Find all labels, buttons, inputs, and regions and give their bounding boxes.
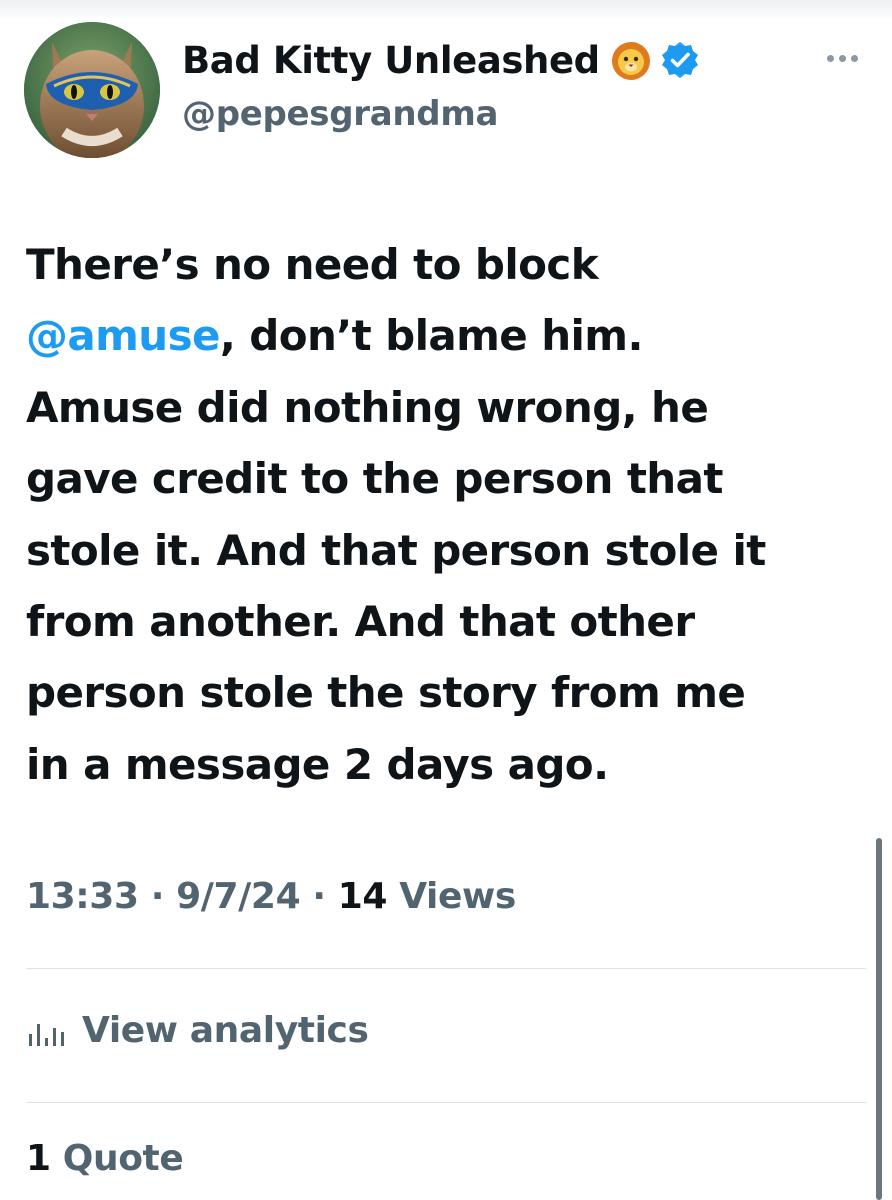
author-handle[interactable]: @pepesgrandma [182, 94, 498, 134]
cat-avatar-icon [24, 22, 160, 158]
mention-link[interactable]: @amuse [26, 311, 220, 360]
avatar[interactable] [24, 22, 160, 158]
dot-icon [850, 54, 858, 62]
quotes-label: Quote [50, 1138, 184, 1179]
display-name[interactable]: Bad Kitty Unleashed [182, 39, 600, 82]
tweet-time[interactable]: 13:33 [26, 876, 139, 917]
view-analytics-button[interactable]: View analytics [26, 1004, 369, 1056]
tweet-line: person stole the story from me [26, 668, 746, 718]
tweet-text: There’s no need to block @amuse, don’t b… [26, 229, 866, 800]
tweet-line: gave credit to the person that [26, 454, 723, 504]
bar-chart-icon [26, 1010, 66, 1050]
tweet-line: in a message 2 days ago. [26, 739, 609, 789]
tweet-line: , don’t blame him. [219, 311, 644, 361]
tweet-line: stole it. And that person stole it [26, 525, 766, 575]
top-status-strip [0, 0, 892, 20]
divider [26, 968, 866, 969]
tweet-meta: 13:33 · 9/7/24 · 14 Views [26, 876, 516, 917]
views-label: Views [387, 876, 516, 917]
tweet-line: There’s no need to block [26, 240, 599, 289]
tweet-line-with-mention: @amuse, don’t blame him. [26, 300, 866, 371]
dot-icon [826, 54, 834, 62]
meta-separator: · [138, 876, 177, 917]
quotes-link[interactable]: 1 Quote [26, 1138, 184, 1179]
views-count: 14 [337, 876, 388, 917]
display-name-row: Bad Kitty Unleashed [182, 34, 700, 86]
more-options-button[interactable] [818, 46, 866, 70]
meta-separator: · [300, 876, 338, 917]
tweet-line: from another. And that other [26, 597, 695, 647]
lion-face-icon [610, 39, 652, 81]
tweet-line: Amuse did nothing wrong, he [26, 382, 709, 432]
scrollbar[interactable] [876, 838, 882, 1200]
quotes-count: 1 [26, 1138, 51, 1179]
dot-icon [838, 54, 846, 62]
view-analytics-label: View analytics [82, 1009, 369, 1051]
verified-badge-icon[interactable] [660, 40, 700, 80]
divider [26, 1102, 866, 1103]
tweet-date[interactable]: 9/7/24 [176, 876, 300, 917]
